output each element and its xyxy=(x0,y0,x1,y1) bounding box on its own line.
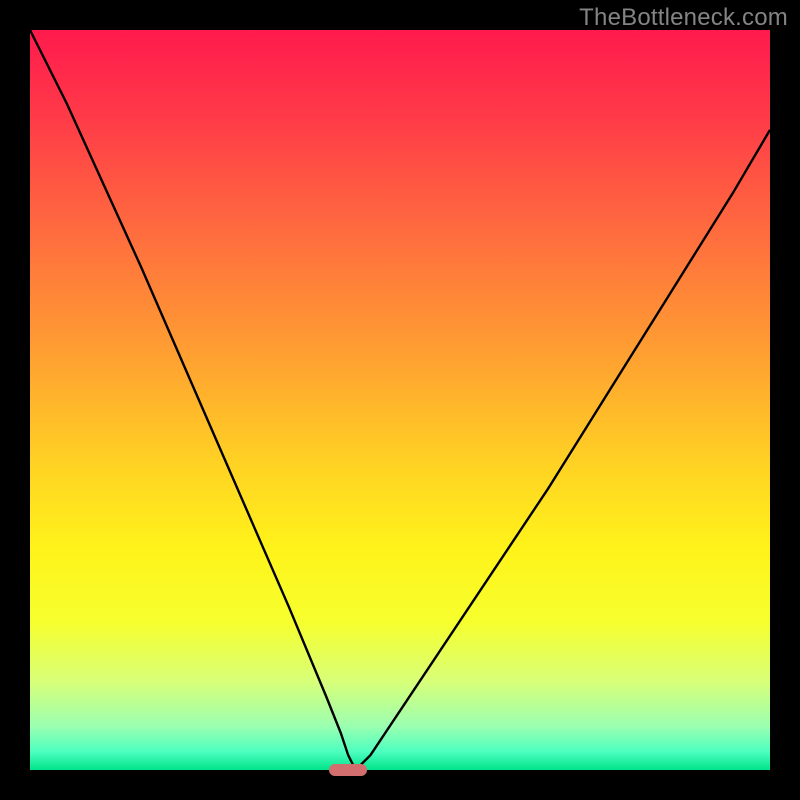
chart-outer-frame: TheBottleneck.com xyxy=(0,0,800,800)
min-marker xyxy=(329,764,367,776)
plot-area xyxy=(30,30,770,770)
curve-layer xyxy=(30,30,770,770)
watermark-text: TheBottleneck.com xyxy=(579,4,788,32)
bottleneck-curve xyxy=(30,30,770,770)
